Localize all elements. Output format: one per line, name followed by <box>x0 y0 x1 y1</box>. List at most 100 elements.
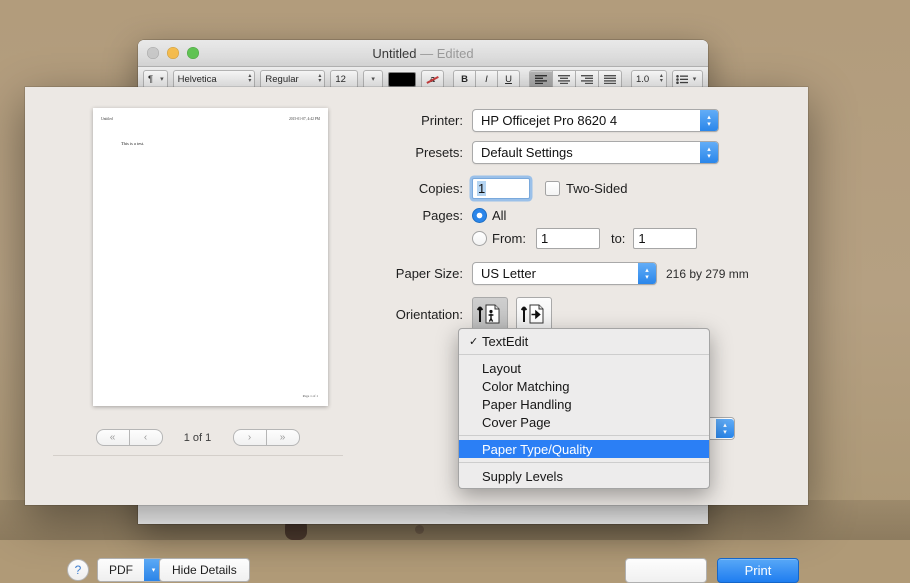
minimize-button[interactable] <box>167 47 179 59</box>
page-nav-forward-group[interactable]: › » <box>232 429 300 446</box>
edited-badge: Edited <box>436 45 474 61</box>
last-page-button[interactable]: » <box>266 429 300 446</box>
divider <box>53 455 343 456</box>
paper-size-label: Paper Size: <box>395 266 463 281</box>
paper-size-row: Paper Size: US Letter ▴ ▾ 216 by 279 mm <box>370 262 808 285</box>
menu-separator <box>459 354 709 355</box>
pages-from-input[interactable]: 1 <box>535 228 600 249</box>
next-page-button[interactable]: › <box>232 429 267 446</box>
portrait-orientation-button[interactable] <box>472 297 508 331</box>
page-nav-back-group[interactable]: « ‹ <box>95 429 163 446</box>
text-style-group[interactable]: B I U <box>453 69 520 89</box>
preview-header-left: Untitled <box>101 117 113 121</box>
stepper-icon[interactable]: ▴ ▾ <box>700 142 718 163</box>
text-color-button[interactable] <box>388 71 416 88</box>
pages-all-label: All <box>492 208 507 223</box>
close-button[interactable] <box>147 47 159 59</box>
font-style-label: Regular <box>265 73 299 85</box>
align-justify-icon <box>604 74 616 84</box>
menu-item-paper-type-quality[interactable]: Paper Type/Quality <box>459 440 709 458</box>
line-spacing-popup[interactable]: 1.0 ▴ ▾ <box>631 69 667 89</box>
align-justify-button[interactable] <box>599 69 622 89</box>
font-size-field[interactable]: 12 <box>330 69 359 89</box>
first-page-button[interactable]: « <box>95 429 130 446</box>
menu-item-cover-page[interactable]: Cover Page <box>459 413 709 431</box>
paragraph-style-popup[interactable]: ¶ ▾ <box>143 69 168 89</box>
two-sided-checkbox[interactable]: Two-Sided <box>545 181 627 196</box>
stepper-icon[interactable]: ▴ ▾ <box>700 110 718 131</box>
font-style-popup[interactable]: Regular ▴ ▾ <box>260 69 326 89</box>
italic-label: I <box>485 73 488 85</box>
menu-item-label: Layout <box>482 360 522 376</box>
menu-separator <box>459 462 709 463</box>
line-spacing-value: 1.0 <box>636 73 650 85</box>
printer-row: Printer: HP Officejet Pro 8620 4 ▴ ▾ <box>370 109 808 132</box>
pages-all-radio[interactable]: All <box>472 208 506 223</box>
pages-all-row: Pages: All <box>370 208 808 223</box>
printer-popup[interactable]: HP Officejet Pro 8620 4 ▴ ▾ <box>472 109 719 132</box>
print-options-menu[interactable]: ✓ TextEdit Layout Color Matching Paper H… <box>458 328 710 489</box>
help-button[interactable]: ? <box>67 559 89 581</box>
presets-row: Presets: Default Settings ▴ ▾ <box>370 141 808 164</box>
window-controls[interactable] <box>147 47 199 59</box>
stepper-icon[interactable]: ▴ ▾ <box>716 419 734 438</box>
document-name: Untitled <box>372 45 417 61</box>
menu-item-label: Paper Type/Quality <box>482 441 593 457</box>
pages-label: Pages: <box>422 208 463 223</box>
radio-button-from[interactable] <box>472 231 487 246</box>
preview-footer: Page 1 of 1 <box>302 394 318 398</box>
pages-from-radio[interactable]: From: <box>472 231 526 246</box>
pdf-button[interactable]: PDF ▾ <box>97 558 164 582</box>
window-title: Untitled — Edited <box>138 46 708 61</box>
italic-button[interactable]: I <box>476 69 498 89</box>
cancel-button[interactable] <box>625 558 707 583</box>
menu-item-paper-handling[interactable]: Paper Handling <box>459 395 709 413</box>
orientation-row: Orientation: <box>370 297 808 331</box>
menu-item-color-matching[interactable]: Color Matching <box>459 377 709 395</box>
font-size-popup[interactable]: ▾ <box>363 69 383 89</box>
presets-popup[interactable]: Default Settings ▴ ▾ <box>472 141 719 164</box>
paper-dimensions: 216 by 279 mm <box>666 266 749 281</box>
landscape-orientation-button[interactable] <box>516 297 552 331</box>
pages-to-input[interactable]: 1 <box>633 228 698 249</box>
font-size-value: 12 <box>335 73 346 85</box>
zoom-button[interactable] <box>187 47 199 59</box>
paragraph-icon: ¶ <box>148 73 154 85</box>
textedit-titlebar[interactable]: Untitled — Edited <box>138 40 708 67</box>
checkmark-icon: ✓ <box>469 335 479 348</box>
font-family-popup[interactable]: Helvetica ▴ ▾ <box>172 69 256 89</box>
align-left-icon <box>535 74 547 84</box>
align-right-icon <box>581 74 593 84</box>
underline-button[interactable]: U <box>498 69 520 89</box>
align-right-button[interactable] <box>576 69 599 89</box>
menu-item-label: Paper Handling <box>482 396 572 412</box>
menu-item-layout[interactable]: Layout <box>459 359 709 377</box>
highlight-color-button[interactable]: a <box>421 69 444 89</box>
pages-from-value: 1 <box>540 231 549 246</box>
align-left-button[interactable] <box>529 69 553 89</box>
preview-header: Untitled 2015-01-07, 4:42 PM <box>101 117 320 121</box>
menu-item-textedit[interactable]: ✓ TextEdit <box>459 332 709 350</box>
pages-to-label: to: <box>610 231 626 246</box>
page-navigation[interactable]: « ‹ 1 of 1 › » <box>25 429 370 446</box>
paper-size-popup[interactable]: US Letter ▴ ▾ <box>472 262 657 285</box>
stepper-icon: ▴ ▾ <box>318 73 322 84</box>
list-style-popup[interactable]: ▾ <box>671 69 703 89</box>
list-icon <box>675 74 688 84</box>
previous-page-button[interactable]: ‹ <box>129 429 163 446</box>
copies-input[interactable]: 1 <box>472 178 530 199</box>
bold-button[interactable]: B <box>453 69 476 89</box>
printer-value: HP Officejet Pro 8620 4 <box>481 113 618 128</box>
print-button[interactable]: Print <box>717 558 799 583</box>
copies-label: Copies: <box>418 181 463 196</box>
radio-button-all[interactable] <box>472 208 487 223</box>
copies-row: Copies: 1 Two-Sided <box>370 178 808 199</box>
menu-item-supply-levels[interactable]: Supply Levels <box>459 467 709 485</box>
presets-label: Presets: <box>415 145 463 160</box>
alignment-group[interactable] <box>529 69 622 89</box>
hide-details-button[interactable]: Hide Details <box>159 558 250 582</box>
checkbox-box[interactable] <box>545 181 560 196</box>
copies-value: 1 <box>477 181 487 196</box>
align-center-button[interactable] <box>553 69 576 89</box>
stepper-icon[interactable]: ▴ ▾ <box>638 263 656 284</box>
